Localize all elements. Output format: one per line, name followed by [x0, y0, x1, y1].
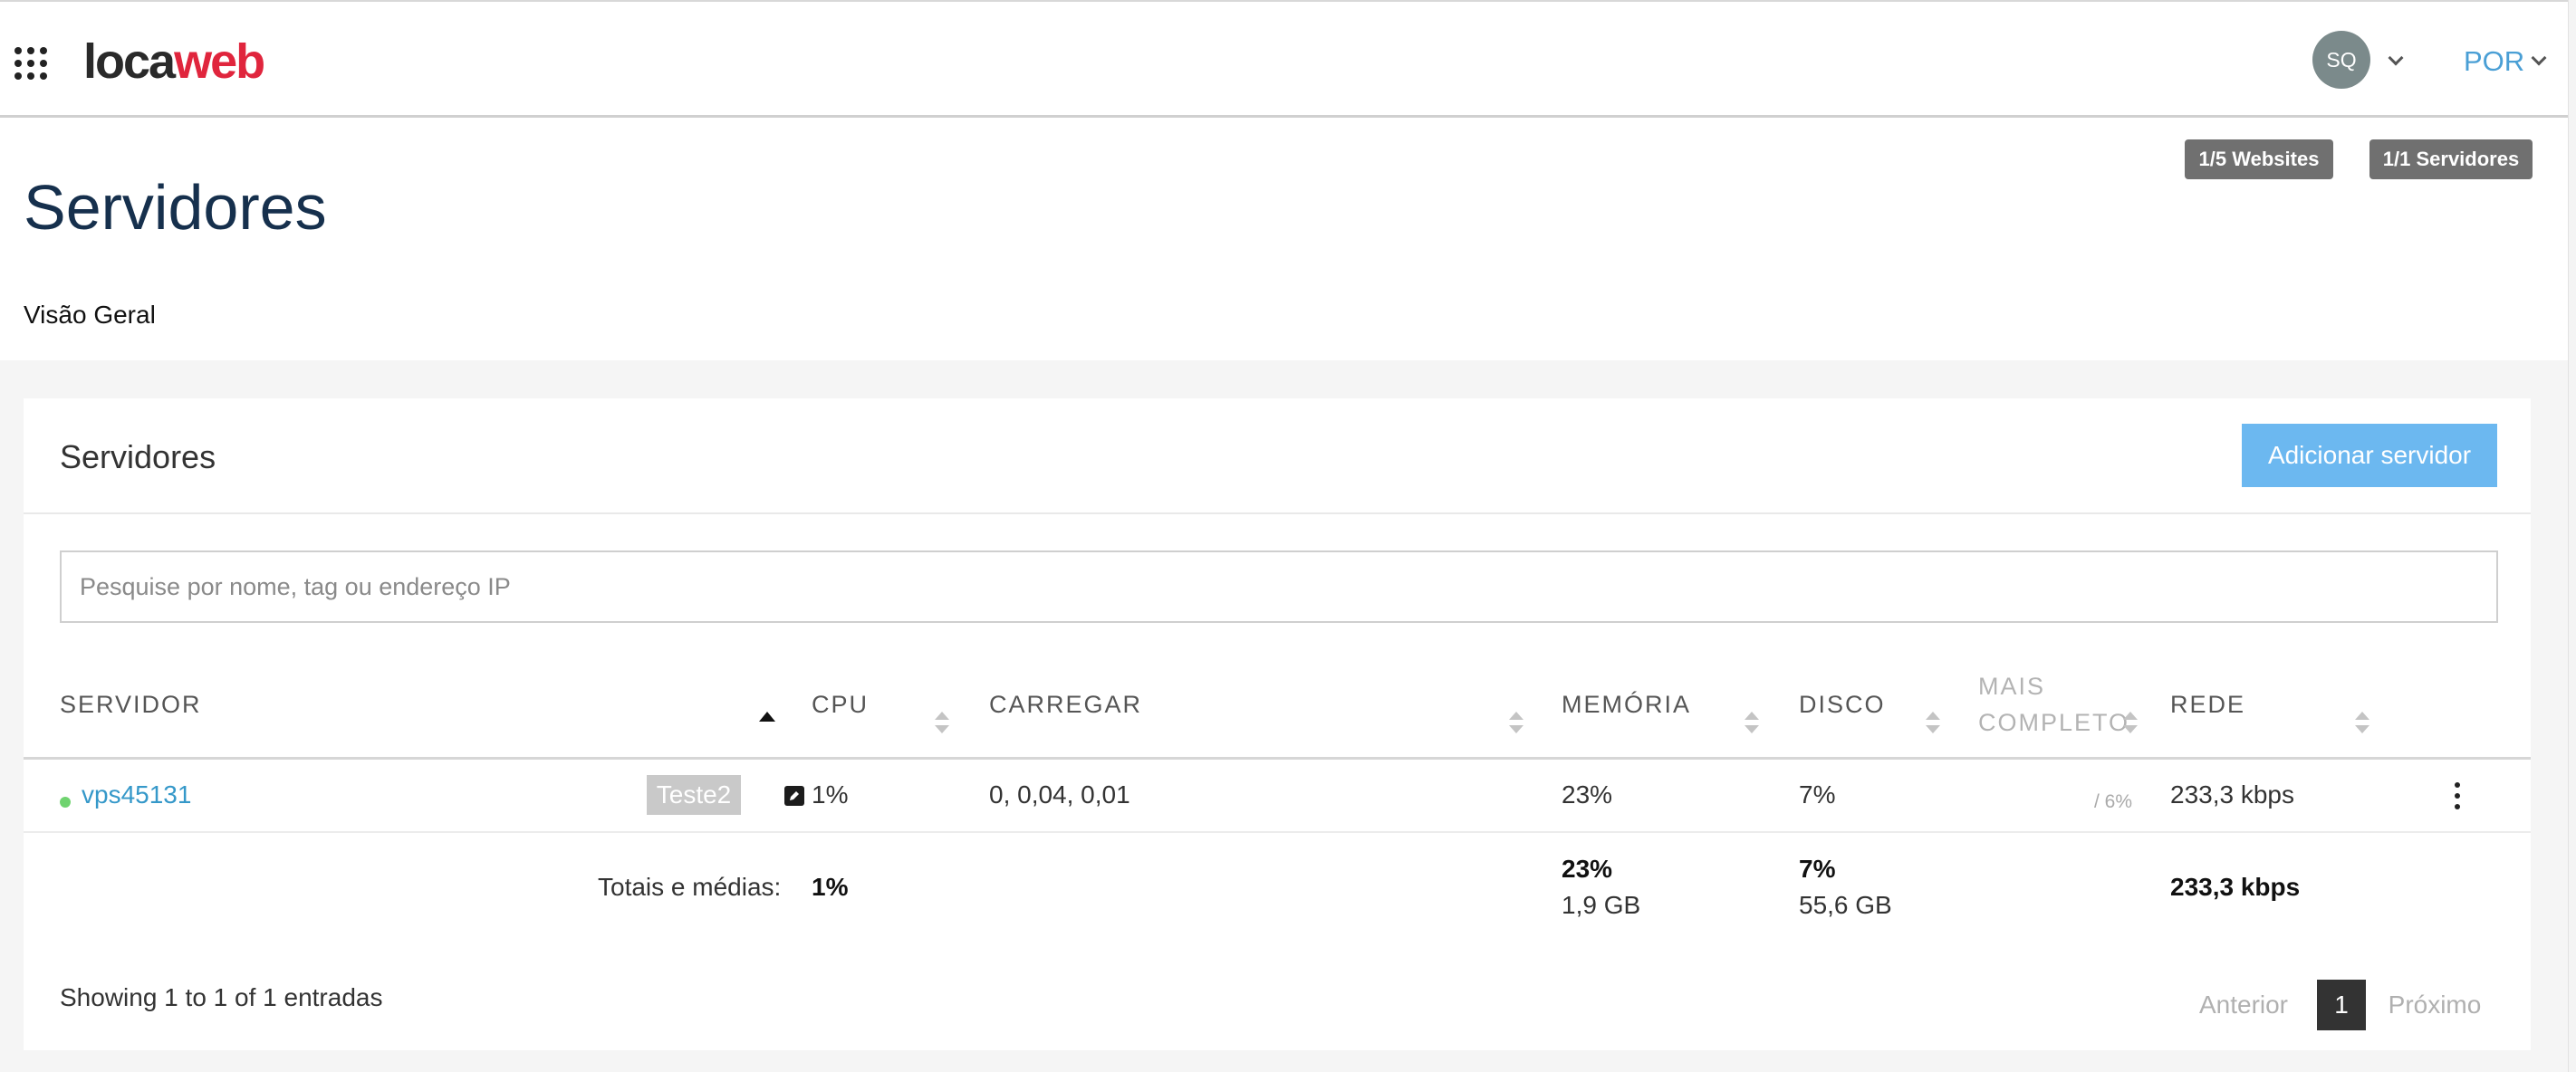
panel-title: Servidores — [60, 438, 216, 475]
sort-icon[interactable] — [935, 712, 949, 733]
page-scrollbar[interactable] — [2568, 0, 2576, 1072]
sort-icon[interactable] — [2123, 712, 2138, 733]
language-selector[interactable]: POR — [2464, 42, 2524, 81]
column-header-disk[interactable]: DISCO — [1799, 688, 1886, 721]
overview-tab[interactable]: Visão Geral — [24, 299, 156, 331]
sort-ascending-icon[interactable] — [759, 712, 775, 722]
servers-quota-badge: 1/1 Servidores — [2369, 139, 2533, 179]
next-page-button[interactable]: Próximo — [2382, 980, 2487, 1030]
totals-cpu: 1% — [812, 873, 849, 901]
totals-label: Totais e médias: — [598, 873, 782, 901]
more-options-icon[interactable] — [2453, 782, 2462, 809]
row-divider — [24, 831, 2531, 833]
user-avatar[interactable]: SQ — [2312, 31, 2370, 89]
edit-tag-icon[interactable] — [784, 786, 804, 806]
add-server-button[interactable]: Adicionar servidor — [2242, 424, 2497, 487]
sort-icon[interactable] — [2355, 712, 2369, 733]
panel-divider — [24, 512, 2531, 514]
status-online-icon — [60, 797, 71, 808]
fullest-disk-value: / 6% — [2094, 791, 2133, 812]
page-1-button[interactable]: 1 — [2317, 980, 2366, 1030]
load-value: 0, 0,04, 0,01 — [989, 780, 1130, 809]
totals-memory: 23% — [1562, 855, 1613, 883]
totals-network: 233,3 kbps — [2170, 873, 2301, 901]
account-chevron-down-icon[interactable] — [2388, 50, 2404, 66]
network-value: 233,3 kbps — [2170, 780, 2294, 809]
cpu-value: 1% — [812, 780, 849, 809]
column-header-memory[interactable]: MEMÓRIA — [1562, 688, 1691, 721]
totals-memory-size: 1,9 GB — [1562, 891, 1641, 919]
search-input[interactable] — [60, 550, 2498, 623]
sort-icon[interactable] — [1926, 712, 1940, 733]
websites-quota-badge: 1/5 Websites — [2185, 139, 2333, 179]
language-chevron-down-icon[interactable] — [2531, 50, 2547, 66]
memory-value: 23% — [1562, 780, 1613, 809]
sort-icon[interactable] — [1509, 712, 1523, 733]
apps-grid-icon[interactable] — [14, 47, 47, 80]
totals-disk-size: 55,6 GB — [1799, 891, 1892, 919]
column-header-load[interactable]: CARREGAR — [989, 688, 1142, 721]
totals-disk: 7% — [1799, 855, 1836, 883]
column-header-network[interactable]: REDE — [2170, 688, 2245, 721]
pagination-info: Showing 1 to 1 of 1 entradas — [60, 983, 383, 1011]
top-bar: locaweb SQ POR — [0, 0, 2568, 118]
previous-page-button[interactable]: Anterior — [2188, 980, 2299, 1030]
servers-panel: Servidores Adicionar servidor SERVIDOR C… — [24, 398, 2531, 1050]
server-tag: Teste2 — [647, 775, 741, 815]
table-header-divider — [24, 757, 2531, 760]
server-name-link[interactable]: vps45131 — [82, 779, 191, 811]
column-header-server[interactable]: SERVIDOR — [60, 688, 202, 721]
sort-icon[interactable] — [1745, 712, 1759, 733]
disk-value: 7% — [1799, 780, 1836, 809]
locaweb-logo[interactable]: locaweb — [83, 33, 265, 91]
page-title: Servidores — [24, 172, 327, 243]
column-header-cpu[interactable]: CPU — [812, 688, 869, 721]
column-header-fullest[interactable]: MAIS COMPLETO — [1978, 668, 2129, 741]
